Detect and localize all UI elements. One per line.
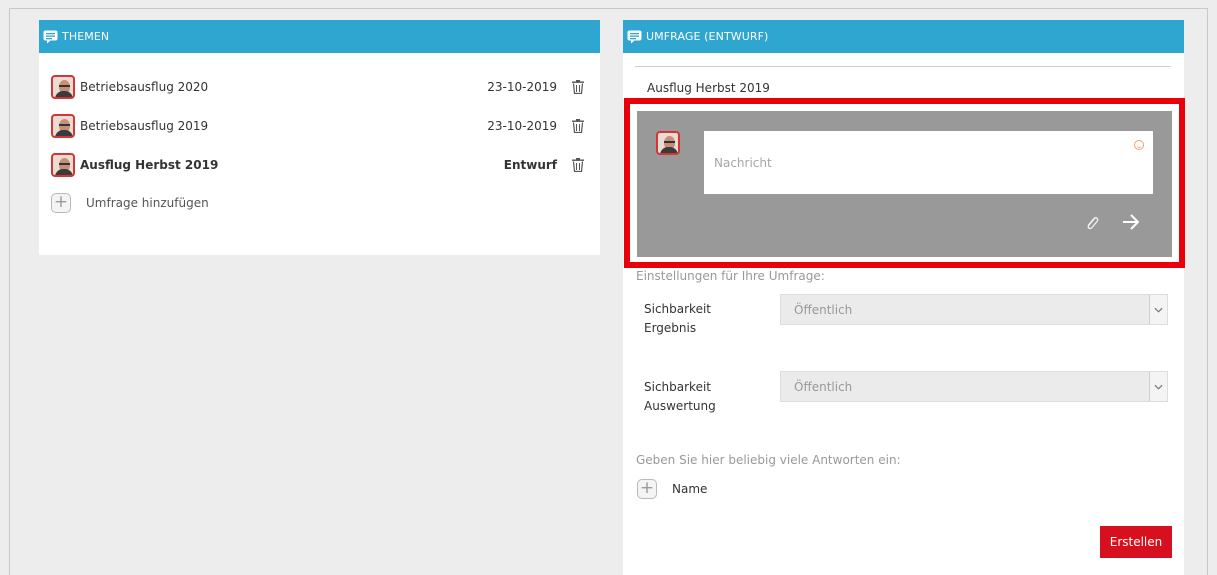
visibility-eval-select[interactable]: Öffentlich (780, 371, 1168, 402)
add-survey-row[interactable]: + Umfrage hinzufügen (51, 193, 209, 213)
divider (635, 66, 1171, 67)
answers-label: Geben Sie hier beliebig viele Antworten … (636, 453, 901, 467)
avatar (51, 75, 75, 99)
topic-date: 23-10-2019 (487, 119, 557, 133)
avatar (51, 153, 75, 177)
chat-bubble-icon (627, 30, 642, 44)
survey-name: Ausflug Herbst 2019 (647, 81, 770, 95)
plus-icon[interactable]: + (637, 479, 657, 499)
settings-label: Einstellungen für Ihre Umfrage: (636, 269, 825, 283)
umfrage-header: UMFRAGE (ENTWURF) (623, 20, 1184, 53)
add-survey-label[interactable]: Umfrage hinzufügen (86, 196, 209, 210)
highlight-box (624, 98, 1185, 268)
topic-title: Ausflug Herbst 2019 (80, 158, 219, 172)
answer-row[interactable]: + Name (637, 479, 707, 499)
topic-row[interactable]: Betriebsausflug 2020 23-10-2019 (51, 74, 586, 100)
visibility-result-select[interactable]: Öffentlich (780, 294, 1168, 325)
themen-header: THEMEN (39, 20, 600, 53)
avatar (51, 114, 75, 138)
plus-icon[interactable]: + (51, 193, 71, 213)
chat-bubble-icon (43, 30, 58, 44)
topic-status: Entwurf (503, 158, 557, 172)
umfrage-title: UMFRAGE (ENTWURF) (646, 30, 769, 43)
trash-icon[interactable] (572, 79, 586, 95)
chevron-down-icon[interactable] (1149, 372, 1167, 401)
themen-title: THEMEN (62, 30, 110, 43)
answer-name-field[interactable]: Name (672, 482, 707, 496)
visibility-result-label: Sichbarkeit Ergebnis (644, 302, 712, 335)
window-frame-right (1207, 8, 1208, 575)
trash-icon[interactable] (572, 118, 586, 134)
topic-row-selected[interactable]: Ausflug Herbst 2019 Entwurf (51, 152, 586, 178)
topic-row[interactable]: Betriebsausflug 2019 23-10-2019 (51, 113, 586, 139)
topic-date: 23-10-2019 (487, 80, 557, 94)
window-frame-left (9, 8, 10, 575)
topic-title: Betriebsausflug 2020 (80, 80, 209, 94)
window-frame-top (9, 8, 1208, 9)
visibility-eval-value: Öffentlich (794, 379, 853, 394)
create-button[interactable]: Erstellen (1100, 526, 1172, 558)
visibility-eval-label: Sichbarkeit Auswertung (644, 380, 716, 413)
trash-icon[interactable] (572, 157, 586, 173)
topic-title: Betriebsausflug 2019 (80, 119, 209, 133)
chevron-down-icon[interactable] (1149, 295, 1167, 324)
visibility-result-value: Öffentlich (794, 302, 853, 317)
